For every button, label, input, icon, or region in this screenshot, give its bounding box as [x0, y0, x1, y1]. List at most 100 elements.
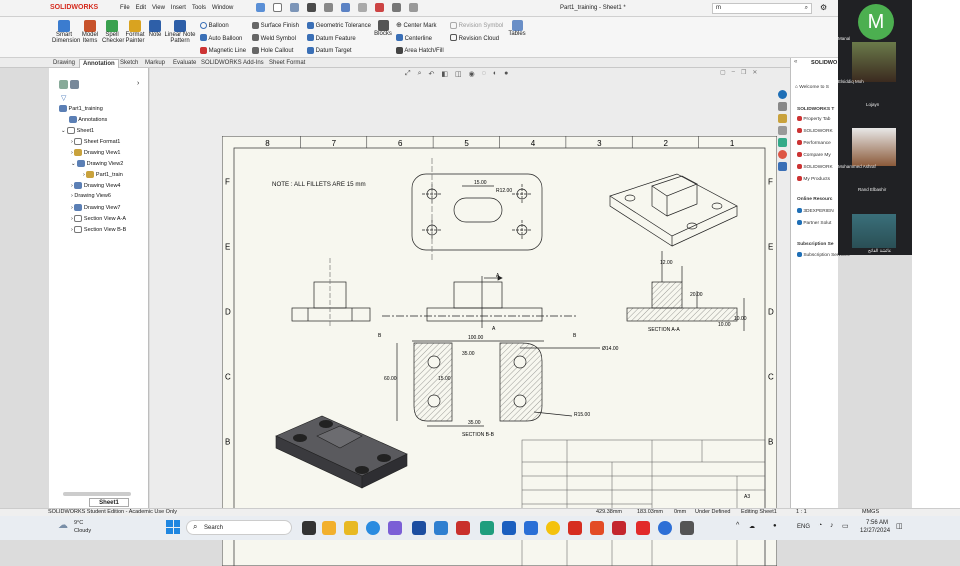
tables-button[interactable]: Tables [508, 20, 526, 37]
tab-annotation[interactable]: Annotation [79, 59, 119, 68]
model-items-button[interactable]: Model Items [80, 20, 100, 44]
tab-drawing[interactable]: Drawing [50, 59, 78, 68]
clock-date[interactable]: 12/27/2024 [860, 528, 890, 534]
view-palette-icon[interactable] [778, 138, 787, 147]
app-icon-7[interactable] [524, 521, 538, 535]
tray-chevron-icon[interactable]: ^ [736, 522, 739, 529]
smart-dimension-button[interactable]: Smart Dimension [52, 20, 80, 44]
revision-symbol-button[interactable]: Revision Symbol [450, 20, 503, 33]
zoom-area-icon[interactable]: ⌕ [418, 70, 422, 78]
tool-link-4[interactable]: Compare My [797, 152, 831, 158]
search-icon[interactable]: ⌕ [805, 5, 808, 12]
app-icon-11[interactable] [658, 521, 672, 535]
balloon-button[interactable]: Balloon [200, 20, 246, 33]
tree-item-root[interactable]: Part1_training [59, 105, 103, 112]
weld-symbol-button[interactable]: Weld Symbol [252, 33, 299, 46]
app-icon-12[interactable] [680, 521, 694, 535]
solidworks-taskbar-icon[interactable] [612, 521, 626, 535]
center-mark-button[interactable]: ⊕ Center Mark [396, 20, 444, 33]
geometric-tolerance-button[interactable]: Geometric Tolerance [307, 20, 371, 33]
auto-balloon-button[interactable]: Auto Balloon [200, 33, 246, 46]
surface-finish-button[interactable]: Surface Finish [252, 20, 299, 33]
back-icon[interactable]: « [794, 59, 797, 65]
resources-icon[interactable] [778, 102, 787, 111]
filter-icon[interactable]: ▽ [61, 94, 66, 102]
tree-item-section-bb[interactable]: › Section View B-B [71, 226, 126, 233]
app-icon-9[interactable] [590, 521, 604, 535]
tree-item-annotations[interactable]: Annotations [69, 116, 107, 123]
file-explorer-icon[interactable] [778, 126, 787, 135]
menu-insert[interactable]: Insert [171, 5, 186, 11]
previous-view-icon[interactable]: ↶ [429, 70, 435, 78]
menu-view[interactable]: View [152, 5, 165, 11]
tool-link-2[interactable]: SOLIDWORK [797, 128, 833, 134]
graphics-area[interactable]: ⤢ ⌕ ↶ ◧ ◫ ◉ ◌ ◐ ● ▢ – ❐ ✕ 8 7 6 5 4 3 2 1 F F E E D D… [150, 68, 790, 566]
options-icon[interactable] [409, 3, 418, 12]
home-icon[interactable] [256, 3, 265, 12]
zoom-fit-icon[interactable]: ⤢ [405, 70, 411, 78]
app-icon-2[interactable] [388, 521, 402, 535]
select-icon[interactable] [358, 3, 367, 12]
tool-link-3[interactable]: Performance [797, 140, 831, 146]
section-icon[interactable]: ◧ [441, 70, 448, 78]
menu-file[interactable]: File [120, 5, 130, 11]
tree-item-sheet-format[interactable]: › Sheet Format1 [71, 138, 120, 145]
chevron-right-icon[interactable]: › [137, 80, 139, 87]
tree-item-view2[interactable]: ⌄ Drawing View2 [71, 160, 123, 167]
file-properties-icon[interactable] [392, 3, 401, 12]
menu-tools[interactable]: Tools [192, 5, 206, 11]
chrome-icon[interactable] [546, 521, 560, 535]
new-file-icon[interactable] [273, 3, 282, 12]
magnetic-line-button[interactable]: Magnetic Line [200, 45, 246, 58]
welcome-link[interactable]: ⌂ Welcome to S [795, 85, 829, 90]
task-view-icon[interactable] [302, 521, 316, 535]
taskbar-search[interactable]: ⌕ Search [186, 520, 292, 535]
tree-item-view4[interactable]: › Drawing View4 [71, 182, 121, 189]
hide-show-icon[interactable]: ◌ [482, 70, 486, 78]
tree-scrollbar[interactable] [63, 492, 131, 496]
centerline-button[interactable]: Centerline [396, 33, 444, 46]
maximize-view-icon[interactable]: ▢ [720, 69, 726, 76]
app-icon-3[interactable] [412, 521, 426, 535]
menu-edit[interactable]: Edit [136, 5, 146, 11]
tab-addins[interactable]: SOLIDWORKS Add-Ins [198, 59, 267, 68]
app-tray-icon[interactable]: ● [773, 523, 777, 529]
file-explorer-taskbar-icon[interactable] [344, 521, 358, 535]
custom-properties-icon[interactable] [778, 162, 787, 171]
appearance-icon[interactable]: ● [504, 70, 508, 78]
app-icon-10[interactable] [636, 521, 650, 535]
search-box[interactable]: m ⌕ [712, 3, 812, 14]
design-library-icon[interactable] [778, 114, 787, 123]
close-icon[interactable]: ✕ [752, 69, 757, 76]
app-icon-8[interactable] [568, 521, 582, 535]
undo-icon[interactable] [341, 3, 350, 12]
language-indicator[interactable]: ENG [797, 524, 810, 530]
edge-icon[interactable] [366, 521, 380, 535]
online-link-2[interactable]: Partner Solut [797, 220, 831, 226]
tree-item-sheet1[interactable]: ⌄ Sheet1 [61, 127, 94, 134]
tree-item-view7[interactable]: › Drawing View7 [71, 204, 121, 211]
view-orientation-icon[interactable]: ◫ [455, 70, 462, 78]
scene-icon[interactable]: ◐ [493, 70, 497, 78]
online-link-1[interactable]: 3DEXPERIEN [797, 208, 834, 214]
start-icon[interactable] [166, 520, 180, 534]
tree-item-view6[interactable]: › Drawing View6 [71, 193, 111, 199]
app-icon-1[interactable] [322, 521, 336, 535]
minimize-icon[interactable]: – [732, 69, 735, 76]
search-input[interactable]: m [716, 5, 721, 11]
tab-evaluate[interactable]: Evaluate [170, 59, 199, 68]
save-icon[interactable] [307, 3, 316, 12]
sheet-tab[interactable]: Sheet1 [89, 498, 129, 507]
sheet-scale[interactable]: 1 : 1 [796, 509, 807, 515]
tab-sheet-format[interactable]: Sheet Format [266, 59, 308, 68]
menu-window[interactable]: Window [212, 5, 233, 11]
revision-cloud-button[interactable]: Revision Cloud [450, 33, 503, 46]
tool-link-1[interactable]: Property Tab [797, 116, 830, 122]
help-icon[interactable]: ⚙ [820, 3, 827, 12]
outlook-icon[interactable] [502, 521, 516, 535]
rebuild-icon[interactable] [375, 3, 384, 12]
linear-note-pattern-button[interactable]: Linear Note Pattern [164, 20, 196, 44]
tree-item-view1[interactable]: › Drawing View1 [71, 149, 121, 156]
spell-checker-button[interactable]: Spell Checker [102, 20, 124, 44]
hole-callout-button[interactable]: Hole Callout [252, 45, 299, 58]
